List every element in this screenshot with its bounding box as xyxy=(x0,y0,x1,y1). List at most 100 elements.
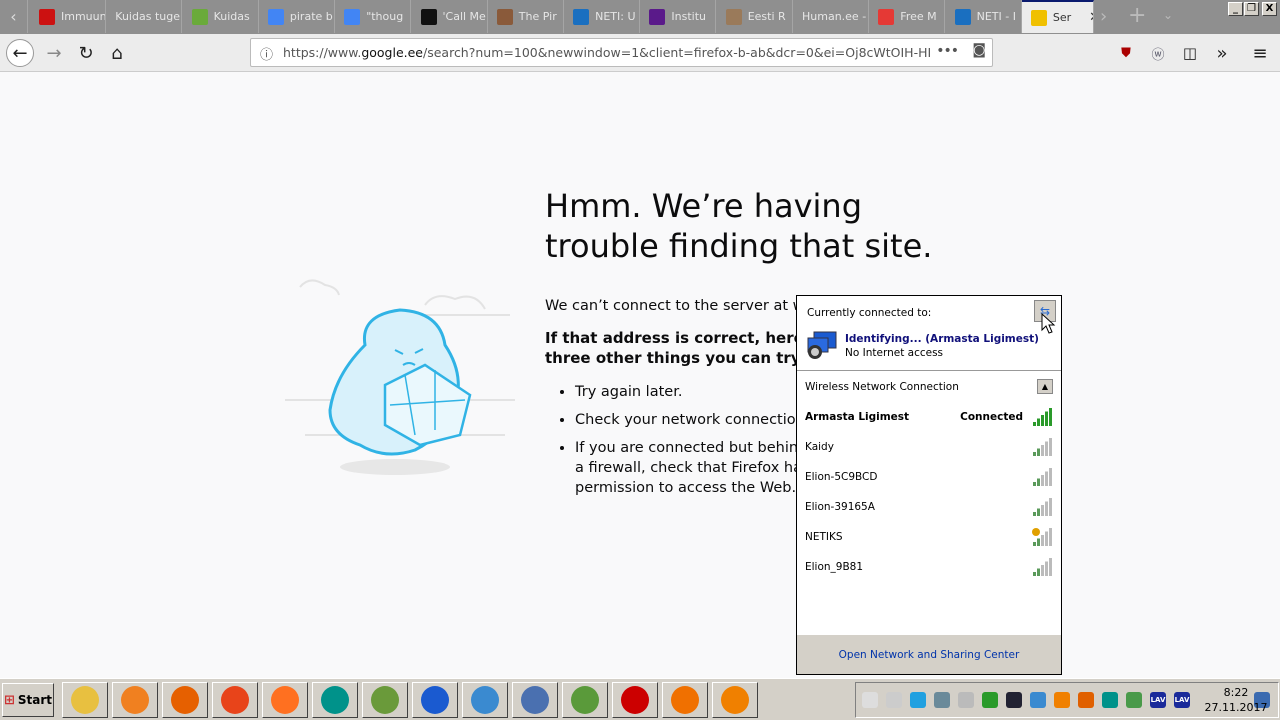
open-network-sharing-center-link[interactable]: Open Network and Sharing Center xyxy=(797,635,1061,674)
page-actions-icon[interactable]: ••• xyxy=(930,43,959,59)
tray-lav-audio-icon[interactable]: LAV xyxy=(1150,692,1166,708)
network-name: Armasta Ligimest xyxy=(805,411,910,423)
new-tab-button[interactable]: + xyxy=(1128,3,1146,28)
eset-icon xyxy=(321,686,349,714)
tray-usb-safe-remove-icon[interactable] xyxy=(982,692,998,708)
wifi-network-item[interactable]: Armasta Ligimest Connected xyxy=(805,407,1053,427)
tab[interactable]: Institu xyxy=(640,0,717,33)
tab[interactable]: Human.ee - xyxy=(793,0,869,33)
tab[interactable]: Kuidas xyxy=(183,0,259,33)
taskbar-firefox-dev-button[interactable] xyxy=(262,682,308,718)
signal-bar xyxy=(1045,561,1048,576)
url-bar[interactable]: ⓘ https://www. google.ee/search?num=100&n… xyxy=(250,38,993,67)
taskbar-file-explorer-button[interactable] xyxy=(62,682,108,718)
tab[interactable]: The Pir xyxy=(488,0,564,33)
signal-bar xyxy=(1041,565,1044,576)
tray-teamviewer-icon[interactable] xyxy=(910,692,926,708)
restore-button[interactable]: ❐ xyxy=(1244,2,1259,16)
control-panel-icon xyxy=(521,686,549,714)
tab-label: Institu xyxy=(671,10,706,23)
overflow-menu-icon[interactable]: » xyxy=(1208,39,1236,67)
wifi-network-item[interactable]: Elion_9B81 xyxy=(805,557,1053,577)
favicon-icon xyxy=(878,8,895,25)
hamburger-menu-icon[interactable]: ≡ xyxy=(1246,39,1274,67)
taskbar-opera-app-button[interactable] xyxy=(212,682,258,718)
tray-monitor-icon[interactable] xyxy=(1126,692,1142,708)
wikipedia-extension-icon[interactable]: ⓦ xyxy=(1144,39,1172,67)
tab[interactable]: Immuun xyxy=(30,0,106,33)
network-identifying-icon xyxy=(807,331,837,359)
signal-bar xyxy=(1049,438,1052,456)
navigation-toolbar: ← → ↻ ⌂ ⓘ https://www. google.ee/search?n… xyxy=(0,34,1280,72)
tab[interactable]: Free M xyxy=(869,0,946,33)
signal-bar xyxy=(1033,512,1036,516)
close-window-button[interactable]: X xyxy=(1262,2,1277,16)
taskbar-eset-button[interactable] xyxy=(312,682,358,718)
collapse-section-button[interactable]: ▲ xyxy=(1037,379,1053,394)
taskbar-firefox-button[interactable] xyxy=(162,682,208,718)
tray-volume-icon[interactable] xyxy=(958,692,974,708)
opera-app-icon xyxy=(221,686,249,714)
tab-label: Free M xyxy=(900,10,937,23)
signal-bar xyxy=(1037,538,1040,546)
network-name: Elion-39165A xyxy=(805,501,875,513)
signal-bar xyxy=(1049,558,1052,576)
start-button[interactable]: ⊞ Start xyxy=(2,683,54,717)
tab[interactable]: pirate b xyxy=(259,0,335,33)
tab[interactable]: NETI: U xyxy=(564,0,641,33)
tab[interactable]: Eesti R xyxy=(717,0,793,33)
tab[interactable]: 'Call Me xyxy=(412,0,488,33)
forward-button[interactable]: → xyxy=(40,39,68,67)
media-player-icon xyxy=(121,686,149,714)
tray-power-icon[interactable] xyxy=(886,692,902,708)
tray-action-center-icon[interactable] xyxy=(862,692,878,708)
info-icon[interactable]: ⓘ xyxy=(260,44,273,63)
taskbar-browser-button[interactable] xyxy=(412,682,458,718)
system-tray: LAV LAV 8:22 27.11.2017 xyxy=(855,682,1279,718)
clock[interactable]: 8:22 27.11.2017 xyxy=(1196,685,1276,715)
taskbar-windows-update-button[interactable] xyxy=(462,682,508,718)
tray-vlc-icon[interactable] xyxy=(1054,692,1070,708)
taskbar-notepad-button[interactable] xyxy=(562,682,608,718)
signal-bar xyxy=(1037,568,1040,576)
tab[interactable]: Kuidas tuge xyxy=(106,0,183,33)
tray-eset-icon[interactable] xyxy=(1102,692,1118,708)
wifi-network-item[interactable]: Kaidy xyxy=(805,437,1053,457)
favicon-icon xyxy=(573,8,590,25)
favicon-icon xyxy=(1030,9,1047,26)
tab-label: Kuidas tuge xyxy=(115,10,180,23)
tray-lav-video-icon[interactable]: LAV xyxy=(1174,692,1190,708)
taskbar-media-player-button[interactable] xyxy=(112,682,158,718)
tray-search-icon[interactable] xyxy=(1078,692,1094,708)
wifi-network-item[interactable]: NETIKS xyxy=(805,527,1053,547)
ublock-icon[interactable]: ⛊ xyxy=(1112,39,1140,67)
tab[interactable]: "thoug xyxy=(335,0,412,33)
tray-gpu-icon[interactable] xyxy=(1006,692,1022,708)
tab[interactable]: NETI - I xyxy=(946,0,1022,33)
tab-active[interactable]: Ser ✕ xyxy=(1021,0,1094,33)
tab-scroll-left-button[interactable]: ‹ xyxy=(0,0,28,33)
signal-strength-icon xyxy=(1033,558,1052,576)
tab-scroll-right-button[interactable]: › xyxy=(1100,6,1107,27)
close-tab-icon[interactable]: ✕ xyxy=(1089,10,1093,25)
wifi-network-item[interactable]: Elion-5C9BCD xyxy=(805,467,1053,487)
wifi-network-item[interactable]: Elion-39165A xyxy=(805,497,1053,517)
tab-label: 'Call Me xyxy=(442,10,486,23)
back-button[interactable]: ← xyxy=(6,39,34,67)
pocket-icon[interactable]: ◙ xyxy=(972,42,986,58)
taskbar-search-tool-button[interactable] xyxy=(662,682,708,718)
reload-button[interactable]: ↻ xyxy=(72,39,100,67)
taskbar-drive-tool-button[interactable] xyxy=(362,682,408,718)
tab-list-button[interactable]: ⌄ xyxy=(1163,8,1173,22)
error-title: Hmm. We’re having trouble finding that s… xyxy=(545,187,933,265)
taskbar-recorder-button[interactable] xyxy=(612,682,658,718)
taskbar-control-panel-button[interactable] xyxy=(512,682,558,718)
tray-network-icon[interactable] xyxy=(934,692,950,708)
tray-windows-update-icon[interactable] xyxy=(1030,692,1046,708)
sidebar-icon[interactable]: ◫ xyxy=(1176,39,1204,67)
section-label: Wireless Network Connection xyxy=(805,381,959,393)
minimize-button[interactable]: _ xyxy=(1228,2,1243,16)
home-button[interactable]: ⌂ xyxy=(103,39,131,67)
taskbar-vlc-button[interactable] xyxy=(712,682,758,718)
signal-strength-icon xyxy=(1033,438,1052,456)
